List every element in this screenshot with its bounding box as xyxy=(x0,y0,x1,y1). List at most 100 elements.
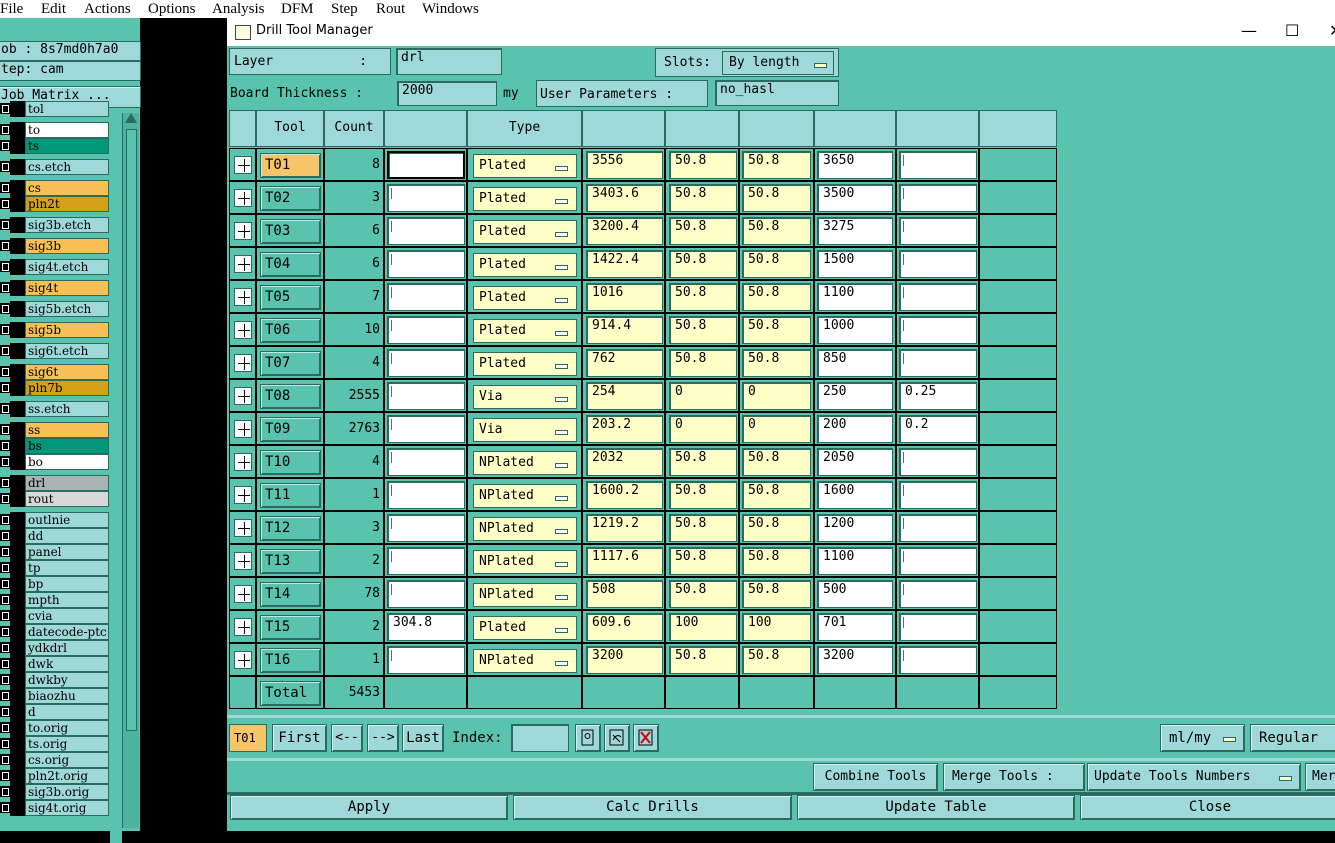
drill-des-field[interactable] xyxy=(899,448,977,476)
layer-checkbox[interactable] xyxy=(0,345,10,356)
minus-tol-field[interactable]: 50.8 xyxy=(742,448,811,476)
plus-tol-field[interactable]: 50.8 xyxy=(669,151,737,179)
slot-length-field[interactable] xyxy=(387,580,465,608)
layer-name[interactable]: cs xyxy=(25,180,109,196)
close-button[interactable]: Close xyxy=(1080,795,1335,820)
minus-tol-field[interactable]: 50.8 xyxy=(742,184,811,212)
drill-size-field[interactable]: 1100 xyxy=(817,283,893,311)
layer-affected-indicator[interactable] xyxy=(10,422,25,438)
menu-options[interactable]: Options xyxy=(148,0,196,18)
plus-tol-field[interactable]: 50.8 xyxy=(669,250,737,278)
layer-checkbox[interactable] xyxy=(0,324,10,335)
expand-icon[interactable] xyxy=(234,651,252,669)
layer-affected-indicator[interactable] xyxy=(10,454,25,470)
drill-des-field[interactable] xyxy=(899,514,977,542)
expand-icon[interactable] xyxy=(234,321,252,339)
drill-size-field[interactable]: 3275 xyxy=(817,217,893,245)
expand-icon[interactable] xyxy=(234,189,252,207)
drill-size-field[interactable]: 3200 xyxy=(817,646,893,674)
tool-button[interactable]: T14 xyxy=(260,582,321,607)
type-dropdown[interactable]: NPlated xyxy=(473,550,577,574)
menu-file[interactable]: File xyxy=(0,0,23,18)
plus-tol-field[interactable]: 50.8 xyxy=(669,547,737,575)
finish-size-field[interactable]: 3200 xyxy=(586,646,663,674)
layer-affected-indicator[interactable] xyxy=(10,122,25,138)
layer-name[interactable]: tp xyxy=(25,560,109,576)
expand-icon[interactable] xyxy=(234,453,252,471)
finish-size-field[interactable]: 1600.2 xyxy=(586,481,663,509)
close-icon[interactable]: ✕ xyxy=(1329,21,1335,40)
minus-tol-field[interactable]: 50.8 xyxy=(742,217,811,245)
minus-tol-field[interactable]: 0 xyxy=(742,415,811,443)
layer-name[interactable]: ss xyxy=(25,422,109,438)
user-parameters-field[interactable]: no_hasl xyxy=(715,80,839,106)
drill-des-field[interactable] xyxy=(899,547,977,575)
layer-name[interactable]: ss.etch xyxy=(25,401,109,417)
layer-name[interactable]: mpth xyxy=(25,592,109,608)
layer-checkbox[interactable] xyxy=(0,594,10,605)
type-dropdown[interactable]: Plated xyxy=(473,286,577,310)
layer-name[interactable]: dwkby xyxy=(25,672,109,688)
drill-des-field[interactable] xyxy=(899,184,977,212)
layer-name[interactable]: sig4t.orig xyxy=(25,800,109,816)
slot-length-field[interactable] xyxy=(387,316,465,344)
layer-affected-indicator[interactable] xyxy=(10,196,25,212)
tool-button[interactable]: T02 xyxy=(260,186,321,211)
layer-name[interactable]: rout xyxy=(25,491,109,507)
layer-name[interactable]: cs.etch xyxy=(25,159,109,175)
layer-affected-indicator[interactable] xyxy=(10,640,25,656)
finish-size-field[interactable]: 762 xyxy=(586,349,663,377)
layer-checkbox[interactable] xyxy=(0,658,10,669)
layer-name[interactable]: bs xyxy=(25,438,109,454)
finish-size-field[interactable]: 1219.2 xyxy=(586,514,663,542)
layer-affected-indicator[interactable] xyxy=(10,800,25,816)
finish-size-field[interactable]: 1016 xyxy=(586,283,663,311)
slot-length-field[interactable]: 304.8 xyxy=(387,613,465,641)
layer-name[interactable]: cs.orig xyxy=(25,752,109,768)
menu-step[interactable]: Step xyxy=(331,0,358,18)
finish-size-field[interactable]: 203.2 xyxy=(586,415,663,443)
layer-checkbox[interactable] xyxy=(0,610,10,621)
type-dropdown[interactable]: Plated xyxy=(473,352,577,376)
layer-checkbox[interactable] xyxy=(0,261,10,272)
drill-size-field[interactable]: 1100 xyxy=(817,547,893,575)
layer-affected-indicator[interactable] xyxy=(10,752,25,768)
layer-affected-indicator[interactable] xyxy=(10,576,25,592)
minus-tol-field[interactable]: 50.8 xyxy=(742,481,811,509)
layer-name[interactable]: bo xyxy=(25,454,109,470)
first-button[interactable]: First xyxy=(272,724,327,752)
minus-tol-field[interactable]: 50.8 xyxy=(742,250,811,278)
expand-icon[interactable] xyxy=(234,420,252,438)
drill-size-field[interactable]: 1600 xyxy=(817,481,893,509)
layer-checkbox[interactable] xyxy=(0,140,10,151)
plus-tol-field[interactable]: 50.8 xyxy=(669,184,737,212)
tool-button[interactable]: T07 xyxy=(260,351,321,376)
layer-affected-indicator[interactable] xyxy=(10,322,25,338)
layer-checkbox[interactable] xyxy=(0,530,10,541)
type-dropdown[interactable]: NPlated xyxy=(473,484,577,508)
type-dropdown[interactable]: Plated xyxy=(473,616,577,640)
slot-length-field[interactable] xyxy=(387,349,465,377)
slots-dropdown[interactable]: By length xyxy=(722,51,834,75)
layer-name[interactable]: biaozhu xyxy=(25,688,109,704)
tool-button[interactable]: T08 xyxy=(260,384,321,409)
slot-length-field[interactable] xyxy=(387,448,465,476)
tool-button[interactable]: T04 xyxy=(260,252,321,277)
drill-size-field[interactable]: 200 xyxy=(817,415,893,443)
layer-checkbox[interactable] xyxy=(0,514,10,525)
layer-name[interactable]: dwk xyxy=(25,656,109,672)
layer-affected-indicator[interactable] xyxy=(10,180,25,196)
layer-name[interactable]: ts xyxy=(25,138,109,154)
layer-checkbox[interactable] xyxy=(0,477,10,488)
layer-name[interactable]: cvia xyxy=(25,608,109,624)
expand-icon[interactable] xyxy=(234,354,252,372)
layer-affected-indicator[interactable] xyxy=(10,101,25,117)
maximize-icon[interactable]: ☐ xyxy=(1285,21,1299,40)
layer-checkbox[interactable] xyxy=(0,786,10,797)
board-thickness-field[interactable]: 2000 xyxy=(397,81,497,106)
drill-des-field[interactable] xyxy=(899,613,977,641)
layer-list-scrollbar[interactable] xyxy=(122,113,139,828)
layer-name[interactable]: pln2t xyxy=(25,196,109,212)
layer-name[interactable]: to.orig xyxy=(25,720,109,736)
layer-affected-indicator[interactable] xyxy=(10,560,25,576)
